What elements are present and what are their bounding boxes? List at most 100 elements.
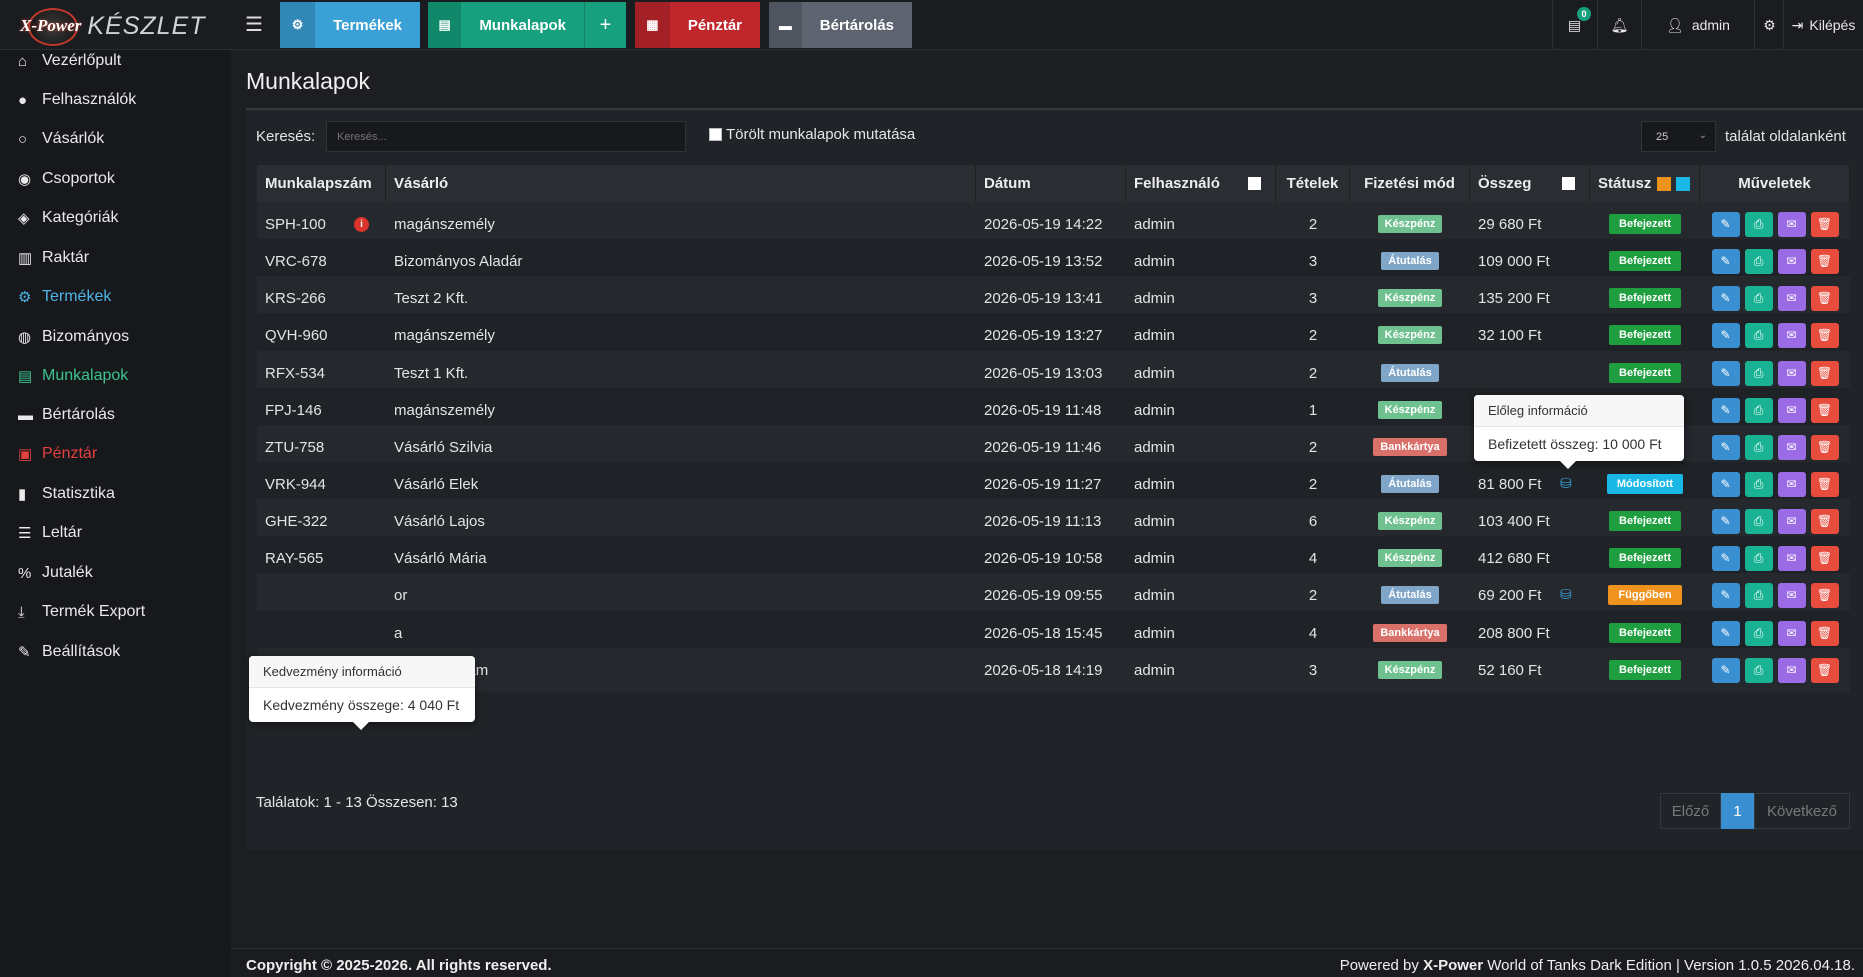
show-deleted-checkbox[interactable] (709, 128, 722, 141)
modified-filter-swatch[interactable] (1676, 176, 1691, 191)
print-button[interactable]: ⎙ (1744, 211, 1773, 237)
edit-button[interactable]: ✎ (1711, 285, 1740, 311)
delete-button[interactable]: 🗑︎ (1810, 360, 1839, 386)
user-filter-checkbox[interactable] (1248, 177, 1261, 190)
delete-button[interactable]: 🗑︎ (1810, 322, 1839, 348)
nav-rental-button[interactable]: ▬ Bértárolás (769, 2, 912, 48)
email-button[interactable]: ✉ (1777, 620, 1806, 646)
email-button[interactable]: ✉ (1777, 397, 1806, 423)
menu-toggle-icon[interactable]: ☰ (244, 14, 264, 36)
email-button[interactable]: ✉ (1777, 322, 1806, 348)
sidebar-item-0[interactable]: ⌂ Vezérlőpult (18, 46, 121, 76)
print-button[interactable]: ⎙ (1744, 248, 1773, 274)
nav-products-button[interactable]: ⚙ Termékek (280, 2, 420, 48)
edit-button[interactable]: ✎ (1711, 397, 1740, 423)
delete-button[interactable]: 🗑︎ (1810, 657, 1839, 683)
email-button[interactable]: ✉ (1777, 545, 1806, 571)
email-button[interactable]: ✉ (1777, 248, 1806, 274)
print-button[interactable]: ⎙ (1744, 508, 1773, 534)
print-button[interactable]: ⎙ (1744, 620, 1773, 646)
pagination-next-button[interactable]: Következő (1754, 793, 1850, 829)
delete-button[interactable]: 🗑︎ (1810, 248, 1839, 274)
col-header-payment[interactable]: Fizetési mód (1350, 165, 1470, 202)
edit-button[interactable]: ✎ (1711, 657, 1740, 683)
email-button[interactable]: ✉ (1777, 434, 1806, 460)
email-button[interactable]: ✉ (1777, 471, 1806, 497)
table-row[interactable]: KMG-494iVásárló Ádám2026-05-18 14:19admi… (257, 648, 1850, 692)
sidebar-item-12[interactable]: ☰ Leltár (18, 518, 82, 548)
print-button[interactable]: ⎙ (1744, 322, 1773, 348)
app-logo[interactable]: X-Power KÉSZLET (18, 6, 213, 46)
email-button[interactable]: ✉ (1777, 657, 1806, 683)
delete-button[interactable]: 🗑︎ (1810, 434, 1839, 460)
email-button[interactable]: ✉ (1777, 508, 1806, 534)
edit-button[interactable]: ✎ (1711, 434, 1740, 460)
col-header-date[interactable]: Dátum (976, 165, 1126, 202)
sidebar-item-2[interactable]: ○ Vásárlók (18, 124, 104, 154)
print-button[interactable]: ⎙ (1744, 397, 1773, 423)
coins-icon[interactable]: ⛁ (1560, 586, 1572, 603)
col-header-amount[interactable]: Összeg (1470, 165, 1590, 202)
sidebar-item-8[interactable]: ▤ Munkalapok (18, 361, 128, 391)
pagination-prev-button[interactable]: Előző (1660, 793, 1721, 829)
pagination-page-1[interactable]: 1 (1721, 793, 1754, 829)
delete-button[interactable]: 🗑︎ (1810, 211, 1839, 237)
documents-button[interactable]: ▤ 0 (1552, 0, 1596, 50)
print-button[interactable]: ⎙ (1744, 657, 1773, 683)
nav-cash-button[interactable]: ▦ Pénztár (635, 2, 760, 48)
delete-button[interactable]: 🗑︎ (1810, 397, 1839, 423)
notifications-button[interactable]: 🔔︎ (1597, 0, 1641, 50)
search-input[interactable] (326, 121, 686, 152)
col-header-id[interactable]: Munkalapszám (257, 165, 386, 202)
sidebar-item-13[interactable]: % Jutalék (18, 558, 93, 588)
sidebar-item-7[interactable]: ◍ Bizományos (18, 322, 129, 352)
edit-button[interactable]: ✎ (1711, 471, 1740, 497)
user-menu-button[interactable]: 👤︎ admin (1641, 0, 1754, 50)
print-button[interactable]: ⎙ (1744, 434, 1773, 460)
edit-button[interactable]: ✎ (1711, 620, 1740, 646)
delete-button[interactable]: 🗑︎ (1810, 582, 1839, 608)
col-header-status[interactable]: Státusz (1590, 165, 1700, 202)
print-button[interactable]: ⎙ (1744, 360, 1773, 386)
pending-filter-swatch[interactable] (1657, 176, 1672, 191)
sidebar-item-5[interactable]: ▥ Raktár (18, 243, 89, 273)
edit-button[interactable]: ✎ (1711, 248, 1740, 274)
col-header-customer[interactable]: Vásárló (386, 165, 976, 202)
coins-icon[interactable]: ⛁ (1560, 475, 1572, 492)
sidebar-item-10[interactable]: ▣ Pénztár (18, 439, 97, 469)
edit-button[interactable]: ✎ (1711, 360, 1740, 386)
sidebar-item-4[interactable]: ◈ Kategóriák (18, 203, 119, 233)
nav-worksheets-button[interactable]: ▤ Munkalapok (428, 2, 584, 48)
email-button[interactable]: ✉ (1777, 582, 1806, 608)
delete-button[interactable]: 🗑︎ (1810, 545, 1839, 571)
print-button[interactable]: ⎙ (1744, 471, 1773, 497)
email-button[interactable]: ✉ (1777, 285, 1806, 311)
sidebar-item-3[interactable]: ◉ Csoportok (18, 164, 115, 194)
delete-button[interactable]: 🗑︎ (1810, 508, 1839, 534)
sidebar-item-9[interactable]: ▬ Bértárolás (18, 400, 115, 430)
per-page-select[interactable]: 25 ⌄ (1641, 121, 1716, 152)
sidebar-item-6[interactable]: ⚙ Termékek (18, 282, 111, 312)
delete-button[interactable]: 🗑︎ (1810, 471, 1839, 497)
col-header-user[interactable]: Felhasználó (1126, 165, 1276, 202)
edit-button[interactable]: ✎ (1711, 211, 1740, 237)
add-worksheet-button[interactable]: + (584, 2, 626, 48)
print-button[interactable]: ⎙ (1744, 285, 1773, 311)
sidebar-item-15[interactable]: ✎ Beállítások (18, 637, 120, 667)
email-button[interactable]: ✉ (1777, 211, 1806, 237)
settings-button[interactable]: ⚙ (1754, 0, 1784, 50)
sidebar-item-11[interactable]: ▮ Statisztika (18, 479, 115, 509)
delete-button[interactable]: 🗑︎ (1810, 285, 1839, 311)
delete-button[interactable]: 🗑︎ (1810, 620, 1839, 646)
amount-filter-checkbox[interactable] (1562, 177, 1575, 190)
edit-button[interactable]: ✎ (1711, 322, 1740, 348)
print-button[interactable]: ⎙ (1744, 582, 1773, 608)
discount-info-icon[interactable]: i (354, 217, 369, 232)
edit-button[interactable]: ✎ (1711, 508, 1740, 534)
sidebar-item-14[interactable]: ⤓ Termék Export (18, 597, 145, 627)
col-header-items[interactable]: Tételek (1276, 165, 1350, 202)
sidebar-item-1[interactable]: ● Felhasználók (18, 85, 136, 115)
edit-button[interactable]: ✎ (1711, 545, 1740, 571)
edit-button[interactable]: ✎ (1711, 582, 1740, 608)
logout-button[interactable]: ⇥ Kilépés (1783, 0, 1863, 50)
